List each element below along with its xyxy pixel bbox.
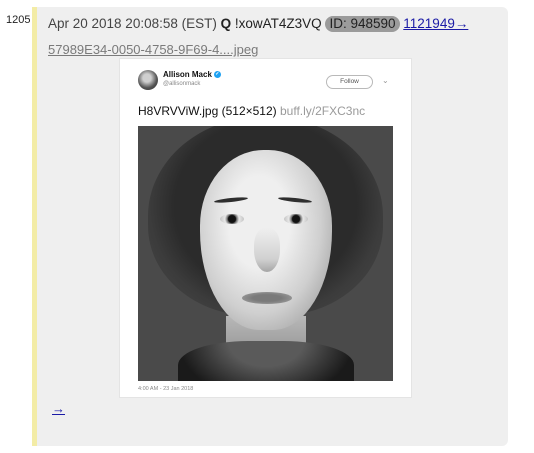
- poster-id-badge[interactable]: ID: 948590: [325, 16, 400, 32]
- tweet-text-body: H8VRVViW.jpg (512×512): [138, 104, 280, 118]
- post-header: Apr 20 2018 20:08:58 (EST) Q !xowAT4Z3VQ…: [48, 16, 468, 32]
- post-datetime: Apr 20 2018 20:08:58 (EST): [48, 16, 217, 31]
- tweet-text: H8VRVViW.jpg (512×512) buff.ly/2FXC3nc: [138, 104, 365, 118]
- photo-collar: [178, 341, 354, 381]
- tweet-author-name: Allison Mack ✓: [163, 70, 221, 79]
- photo-nose: [254, 228, 280, 272]
- tweet-photo: [138, 126, 393, 381]
- chevron-down-icon: ⌄: [382, 76, 389, 85]
- tweet-header: Allison Mack ✓ @allisonmack Follow ⌄: [120, 59, 411, 101]
- tripcode: Q !xowAT4Z3VQ: [221, 16, 322, 31]
- post-number: 1205: [6, 14, 31, 26]
- tripcode-value: !xowAT4Z3VQ: [234, 16, 322, 31]
- attachment-filename[interactable]: 57989E34-0050-4758-9F69-4....jpeg: [48, 42, 258, 57]
- backlink-arrow[interactable]: →: [52, 401, 65, 416]
- tweet-timestamp: 4:00 AM - 23 Jan 2018: [138, 386, 194, 392]
- reply-link[interactable]: 1121949→: [403, 16, 468, 31]
- photo-right-eye: [284, 214, 308, 224]
- photo-mouth: [242, 292, 292, 304]
- tweet-author-name-text: Allison Mack: [163, 70, 212, 79]
- post: Apr 20 2018 20:08:58 (EST) Q !xowAT4Z3VQ…: [32, 7, 508, 446]
- verified-icon: ✓: [213, 71, 221, 79]
- follow-button: Follow: [326, 75, 373, 89]
- attachment-image[interactable]: Allison Mack ✓ @allisonmack Follow ⌄ H8VR…: [120, 59, 411, 397]
- tripcode-q: Q: [220, 16, 232, 31]
- tweet-link: buff.ly/2FXC3nc: [279, 104, 366, 118]
- photo-left-eye: [220, 214, 244, 224]
- tweet-author-handle: @allisonmack: [163, 81, 201, 87]
- avatar: [138, 70, 158, 90]
